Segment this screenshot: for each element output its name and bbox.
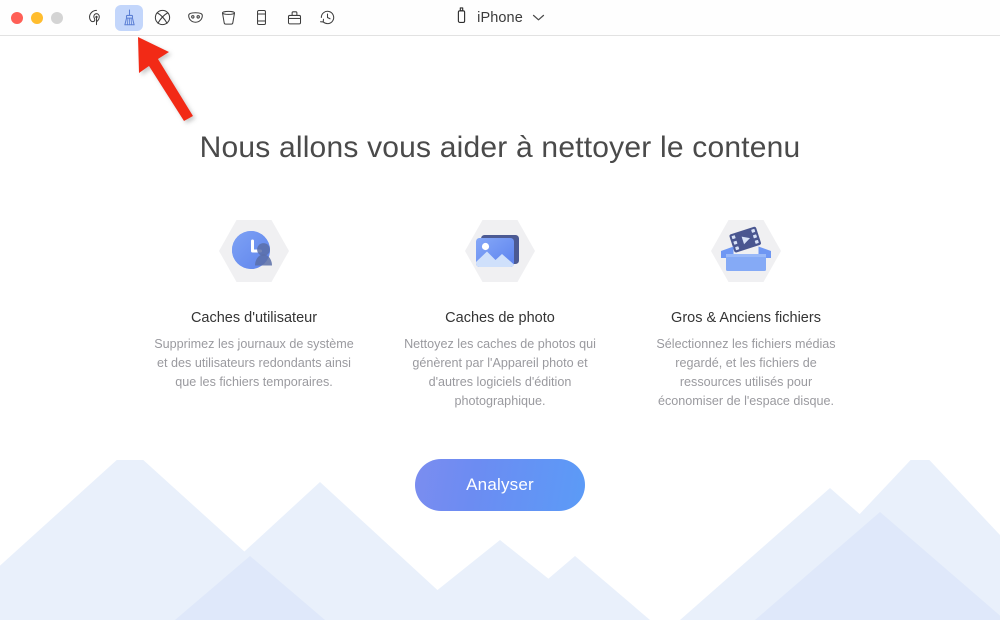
toolbar-item-clean[interactable] <box>115 4 143 31</box>
toolbar-item-privacy[interactable] <box>181 5 209 31</box>
feature-title: Caches d'utilisateur <box>190 310 318 326</box>
device-selector-button[interactable]: iPhone <box>455 6 545 30</box>
toolbar-item-device[interactable] <box>247 5 275 31</box>
titlebar: iPhone <box>0 0 1000 36</box>
toolbox-icon <box>285 8 304 27</box>
page-title: Nous allons vous aider à nettoyer le con… <box>199 131 801 164</box>
close-window-button[interactable] <box>11 11 23 24</box>
feature-card-user-caches: Caches d'utilisateur Supprimez les journ… <box>139 210 369 411</box>
feature-description: Nettoyez les caches de photos qui génère… <box>404 337 596 408</box>
large-old-files-icon <box>703 210 789 296</box>
mask-icon <box>186 8 205 27</box>
user-caches-icon <box>211 210 297 296</box>
broom-icon <box>120 8 139 27</box>
lightning-connector-icon <box>455 6 468 30</box>
airdrop-icon <box>87 8 106 27</box>
feature-list: Caches d'utilisateur Supprimez les journ… <box>0 210 1000 411</box>
toolbar-item-history[interactable] <box>313 5 341 31</box>
toolbar-item-erase[interactable] <box>148 5 176 31</box>
feature-title: Caches de photo <box>445 310 555 326</box>
toolbar-item-airdrop[interactable] <box>82 5 110 31</box>
app-window: iPhone Nous allons vous aider à nettoyer… <box>0 0 1000 620</box>
toolbar-item-trash[interactable] <box>214 5 242 31</box>
scan-button-container: Analyser <box>0 459 1000 511</box>
main-content: Nous allons vous aider à nettoyer le con… <box>0 131 1000 620</box>
feature-description: Sélectionnez les fichiers médias regardé… <box>656 337 836 408</box>
maximize-window-button[interactable] <box>51 11 63 24</box>
history-clock-icon <box>318 8 337 27</box>
toolbar-item-toolbox[interactable] <box>280 5 308 31</box>
phone-icon <box>252 8 271 27</box>
red-pointer-arrow <box>138 37 193 121</box>
toolbar-icon-group <box>82 4 341 31</box>
minimize-window-button[interactable] <box>31 11 43 24</box>
chevron-down-icon <box>532 9 545 27</box>
feature-card-photo-caches: Caches de photo Nettoyez les caches de p… <box>385 210 615 411</box>
traffic-lights <box>0 11 63 24</box>
photo-caches-icon <box>457 210 543 296</box>
feature-card-large-old-files: Gros & Anciens fichiers Sélectionnez les… <box>631 210 861 411</box>
scan-button[interactable]: Analyser <box>415 459 585 511</box>
eraser-icon <box>153 8 172 27</box>
device-name-label: iPhone <box>477 9 523 26</box>
feature-description: Supprimez les journaux de système et des… <box>154 337 354 389</box>
trash-bucket-icon <box>219 8 238 27</box>
feature-title: Gros & Anciens fichiers <box>671 310 821 326</box>
